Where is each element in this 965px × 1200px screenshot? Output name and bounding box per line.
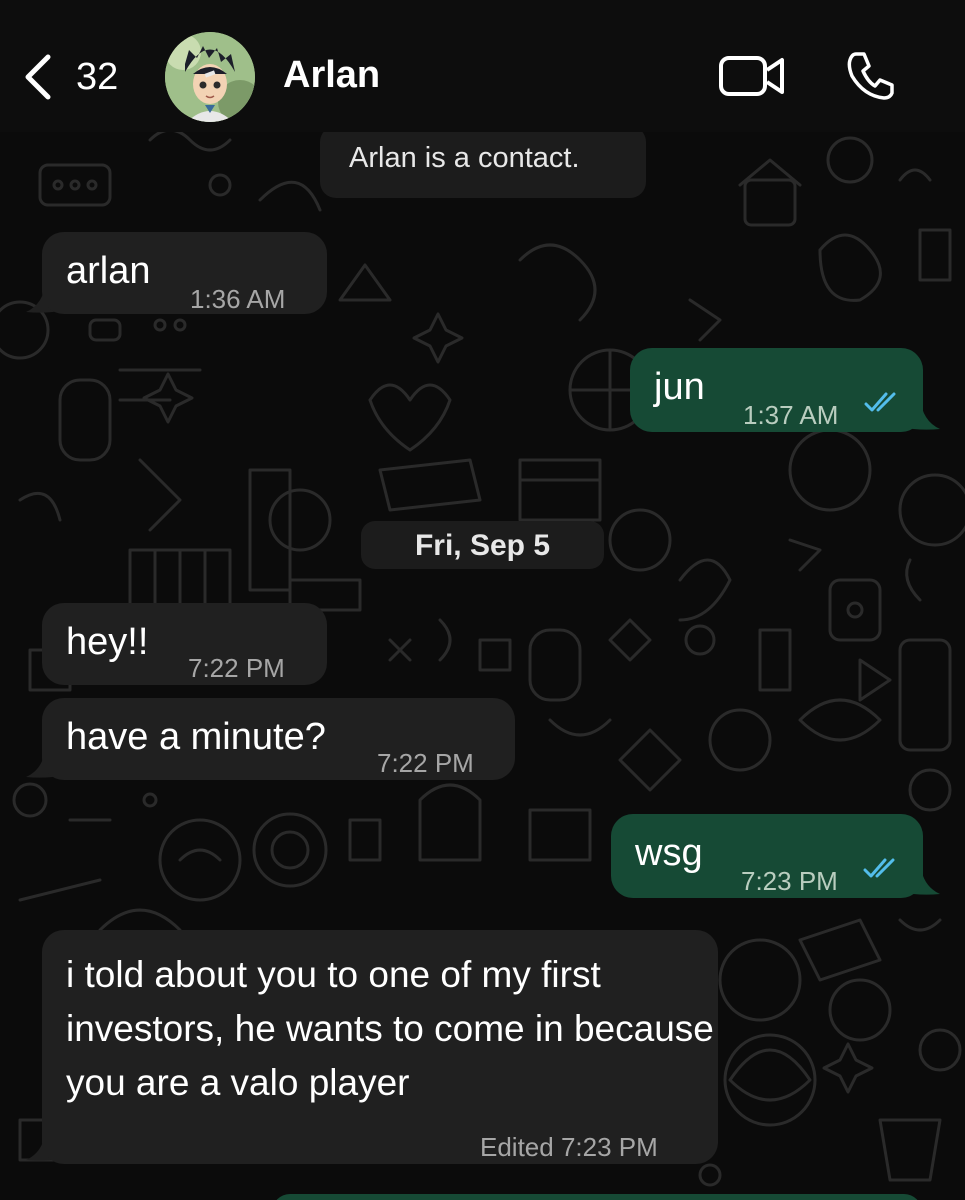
date-separator: Fri, Sep 5 [361,521,604,569]
message-time: 7:22 PM [188,653,285,683]
chat-header: 32 Arlan [0,0,965,132]
message-time: Edited 7:23 PM [480,1132,658,1162]
contact-name[interactable]: Arlan [283,54,380,97]
message-text: i told about you to one of my first inve… [66,954,714,1103]
message-time: 7:23 PM [741,866,838,896]
message-bubble[interactable]: wsg 7:23 PM [611,814,923,898]
read-ticks-icon [864,392,896,412]
phone-icon[interactable] [842,48,898,104]
message-text: have a minute? [66,716,326,758]
video-camera-icon[interactable] [718,54,786,98]
message-bubble[interactable]: jun 1:37 AM [630,348,923,432]
message-text: hey!! [66,621,149,663]
message-bubble-partial[interactable] [272,1194,922,1200]
message-text: jun [654,366,705,408]
read-ticks-icon [863,858,895,878]
message-time: 1:37 AM [743,400,839,430]
avatar[interactable] [165,32,255,122]
date-separator-text: Fri, Sep 5 [414,529,551,562]
message-bubble[interactable]: have a minute? 7:22 PM [42,698,515,780]
message-bubble[interactable]: hey!! 7:22 PM [42,603,327,685]
message-bubble[interactable]: arlan 1:36 AM [42,232,327,314]
message-text: wsg [635,832,703,874]
message-time: 7:22 PM [377,748,474,778]
unread-count[interactable]: 32 [76,56,118,99]
system-notice-text: Arlan is a contact. [349,142,580,174]
message-text: arlan [66,250,151,292]
message-time: 1:36 AM [190,284,286,314]
system-notice: Arlan is a contact. [320,126,646,198]
message-bubble[interactable]: i told about you to one of my first inve… [42,930,718,1164]
chevron-left-icon[interactable] [18,52,58,102]
